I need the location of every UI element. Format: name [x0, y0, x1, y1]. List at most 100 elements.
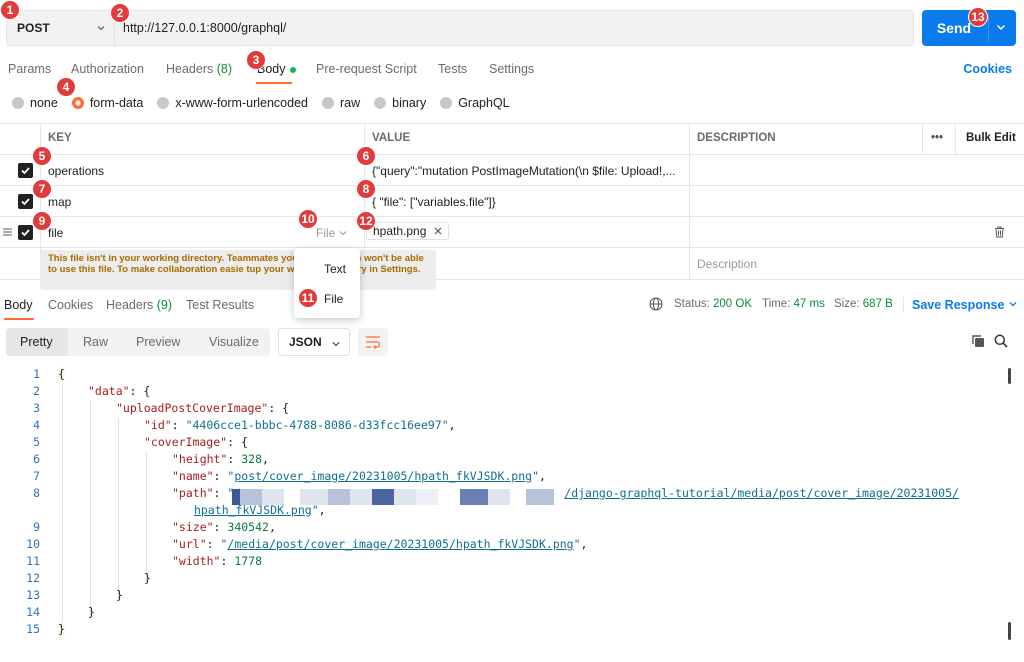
time-value: 47 ms — [793, 298, 825, 310]
tab-headers[interactable]: Headers (8) — [166, 62, 232, 76]
code-line: "coverImage": { — [144, 435, 248, 449]
body-type-urlencoded[interactable]: x-www-form-urlencoded — [157, 96, 308, 110]
format-select[interactable]: JSON — [278, 328, 350, 356]
param-type-select[interactable]: File — [316, 226, 347, 240]
line-number: 14 — [26, 605, 40, 619]
code-line: } — [144, 571, 151, 585]
cookies-link[interactable]: Cookies — [963, 62, 1012, 76]
dropdown-option-file[interactable]: File — [324, 292, 343, 306]
column-header-key: KEY — [48, 132, 72, 144]
tab-pre-request-script[interactable]: Pre-request Script — [316, 62, 417, 76]
param-value[interactable]: {"query":"mutation PostImageMutation(\n … — [372, 164, 676, 178]
column-header-value: VALUE — [372, 132, 411, 144]
status-label: Status: — [674, 298, 710, 310]
chevron-down-icon[interactable] — [995, 21, 1007, 33]
response-tab-headers[interactable]: Headers (9) — [106, 298, 172, 312]
row-checkbox[interactable] — [18, 194, 33, 209]
wrap-lines-button[interactable] — [358, 328, 388, 356]
view-mode-preview[interactable]: Preview — [136, 328, 180, 356]
tab-tests[interactable]: Tests — [438, 62, 467, 76]
view-mode-pretty[interactable]: Pretty — [6, 328, 68, 356]
row-checkbox[interactable] — [18, 225, 33, 240]
view-mode-raw[interactable]: Raw — [83, 328, 108, 356]
code-line: } — [116, 588, 123, 602]
body-type-raw[interactable]: raw — [322, 96, 360, 110]
table-border — [689, 123, 690, 279]
json-link[interactable]: post/cover_image/20231005/hpath_fkVJSDK.… — [234, 469, 532, 483]
redaction-block — [350, 489, 372, 505]
line-number: 3 — [33, 401, 40, 415]
json-key: "width" — [172, 554, 221, 568]
time-label: Time: — [762, 298, 791, 310]
redaction-block — [488, 489, 510, 505]
param-value[interactable]: { "file": ["variables.file"]} — [372, 195, 496, 209]
close-icon[interactable] — [434, 227, 442, 235]
url-input[interactable]: http://127.0.0.1:8000/graphql/ — [123, 11, 286, 45]
format-label: JSON — [289, 335, 322, 349]
code-line: "width": 1778 — [172, 554, 263, 568]
scrollbar-thumb[interactable] — [1008, 368, 1011, 384]
callout-badge-9: 9 — [32, 211, 52, 231]
callout-badge-3: 3 — [246, 50, 266, 70]
dropdown-option-text[interactable]: Text — [324, 262, 346, 276]
param-key[interactable]: operations — [48, 164, 104, 178]
response-tab-body[interactable]: Body — [4, 298, 33, 312]
json-link[interactable]: /django-graphql-tutorial/media/post/cove… — [564, 486, 959, 500]
param-key[interactable]: file — [48, 226, 63, 240]
radio-label: binary — [392, 96, 427, 110]
status-readout: Status: 200 OK — [674, 298, 752, 310]
line-number: 9 — [33, 520, 40, 534]
code-line: } — [58, 622, 65, 636]
chevron-down-icon — [1009, 302, 1017, 307]
line-number: 6 — [33, 452, 40, 466]
copy-icon[interactable] — [971, 334, 985, 348]
table-border — [0, 123, 1024, 124]
radio-icon — [374, 97, 387, 109]
response-tab-test-results[interactable]: Test Results — [186, 298, 254, 312]
tab-params[interactable]: Params — [8, 62, 51, 76]
bulk-edit-button[interactable]: Bulk Edit — [966, 132, 1016, 144]
code-line: "url": "/media/post/cover_image/20231005… — [172, 537, 588, 551]
json-key: "url" — [172, 537, 207, 551]
code-line: "uploadPostCoverImage": { — [116, 401, 290, 415]
indent-guide — [146, 452, 147, 582]
search-icon[interactable] — [994, 334, 1008, 348]
callout-badge-4: 4 — [56, 77, 76, 97]
method-label: POST — [17, 21, 50, 35]
json-string: "4406cce1-bbbc-4788-8086-d33fcc16ee97" — [185, 418, 449, 432]
redaction-block — [526, 489, 554, 505]
scrollbar-thumb[interactable] — [1008, 622, 1011, 640]
redaction-block — [460, 489, 488, 505]
code-line: "name": "post/cover_image/20231005/hpath… — [172, 469, 546, 483]
tab-settings[interactable]: Settings — [489, 62, 534, 76]
redaction-block — [232, 489, 240, 505]
response-tab-cookies[interactable]: Cookies — [48, 298, 93, 312]
body-type-form-data[interactable]: form-data — [71, 96, 144, 110]
description-placeholder[interactable]: Description — [697, 257, 757, 271]
body-type-binary[interactable]: binary — [374, 96, 426, 110]
body-type-none[interactable]: none — [12, 96, 58, 110]
size-label: Size: — [834, 298, 860, 310]
drag-handle-icon[interactable] — [2, 227, 13, 237]
tab-authorization[interactable]: Authorization — [71, 62, 144, 76]
radio-label: form-data — [89, 96, 144, 110]
file-chip[interactable]: hpath.png — [366, 222, 450, 240]
method-select[interactable]: POST — [7, 11, 115, 45]
file-chip-label: hpath.png — [373, 224, 427, 238]
json-key: "name" — [172, 469, 214, 483]
globe-icon[interactable] — [649, 297, 663, 311]
view-mode-visualize[interactable]: Visualize — [209, 328, 259, 356]
row-checkbox[interactable] — [18, 163, 33, 178]
json-link[interactable]: /media/post/cover_image/20231005/hpath_f… — [227, 537, 573, 551]
callout-badge-6: 6 — [356, 146, 376, 166]
json-key: "id" — [144, 418, 172, 432]
body-type-graphql[interactable]: GraphQL — [440, 96, 510, 110]
save-response-button[interactable]: Save Response — [912, 298, 1018, 312]
json-link[interactable]: hpath_fkVJSDK.png — [194, 503, 312, 517]
param-key[interactable]: map — [48, 195, 71, 209]
more-options-icon[interactable]: ••• — [931, 132, 943, 144]
radio-icon — [440, 97, 453, 109]
trash-icon[interactable] — [994, 226, 1005, 238]
callout-badge-11: 11 — [298, 288, 318, 308]
radio-icon — [12, 97, 24, 109]
